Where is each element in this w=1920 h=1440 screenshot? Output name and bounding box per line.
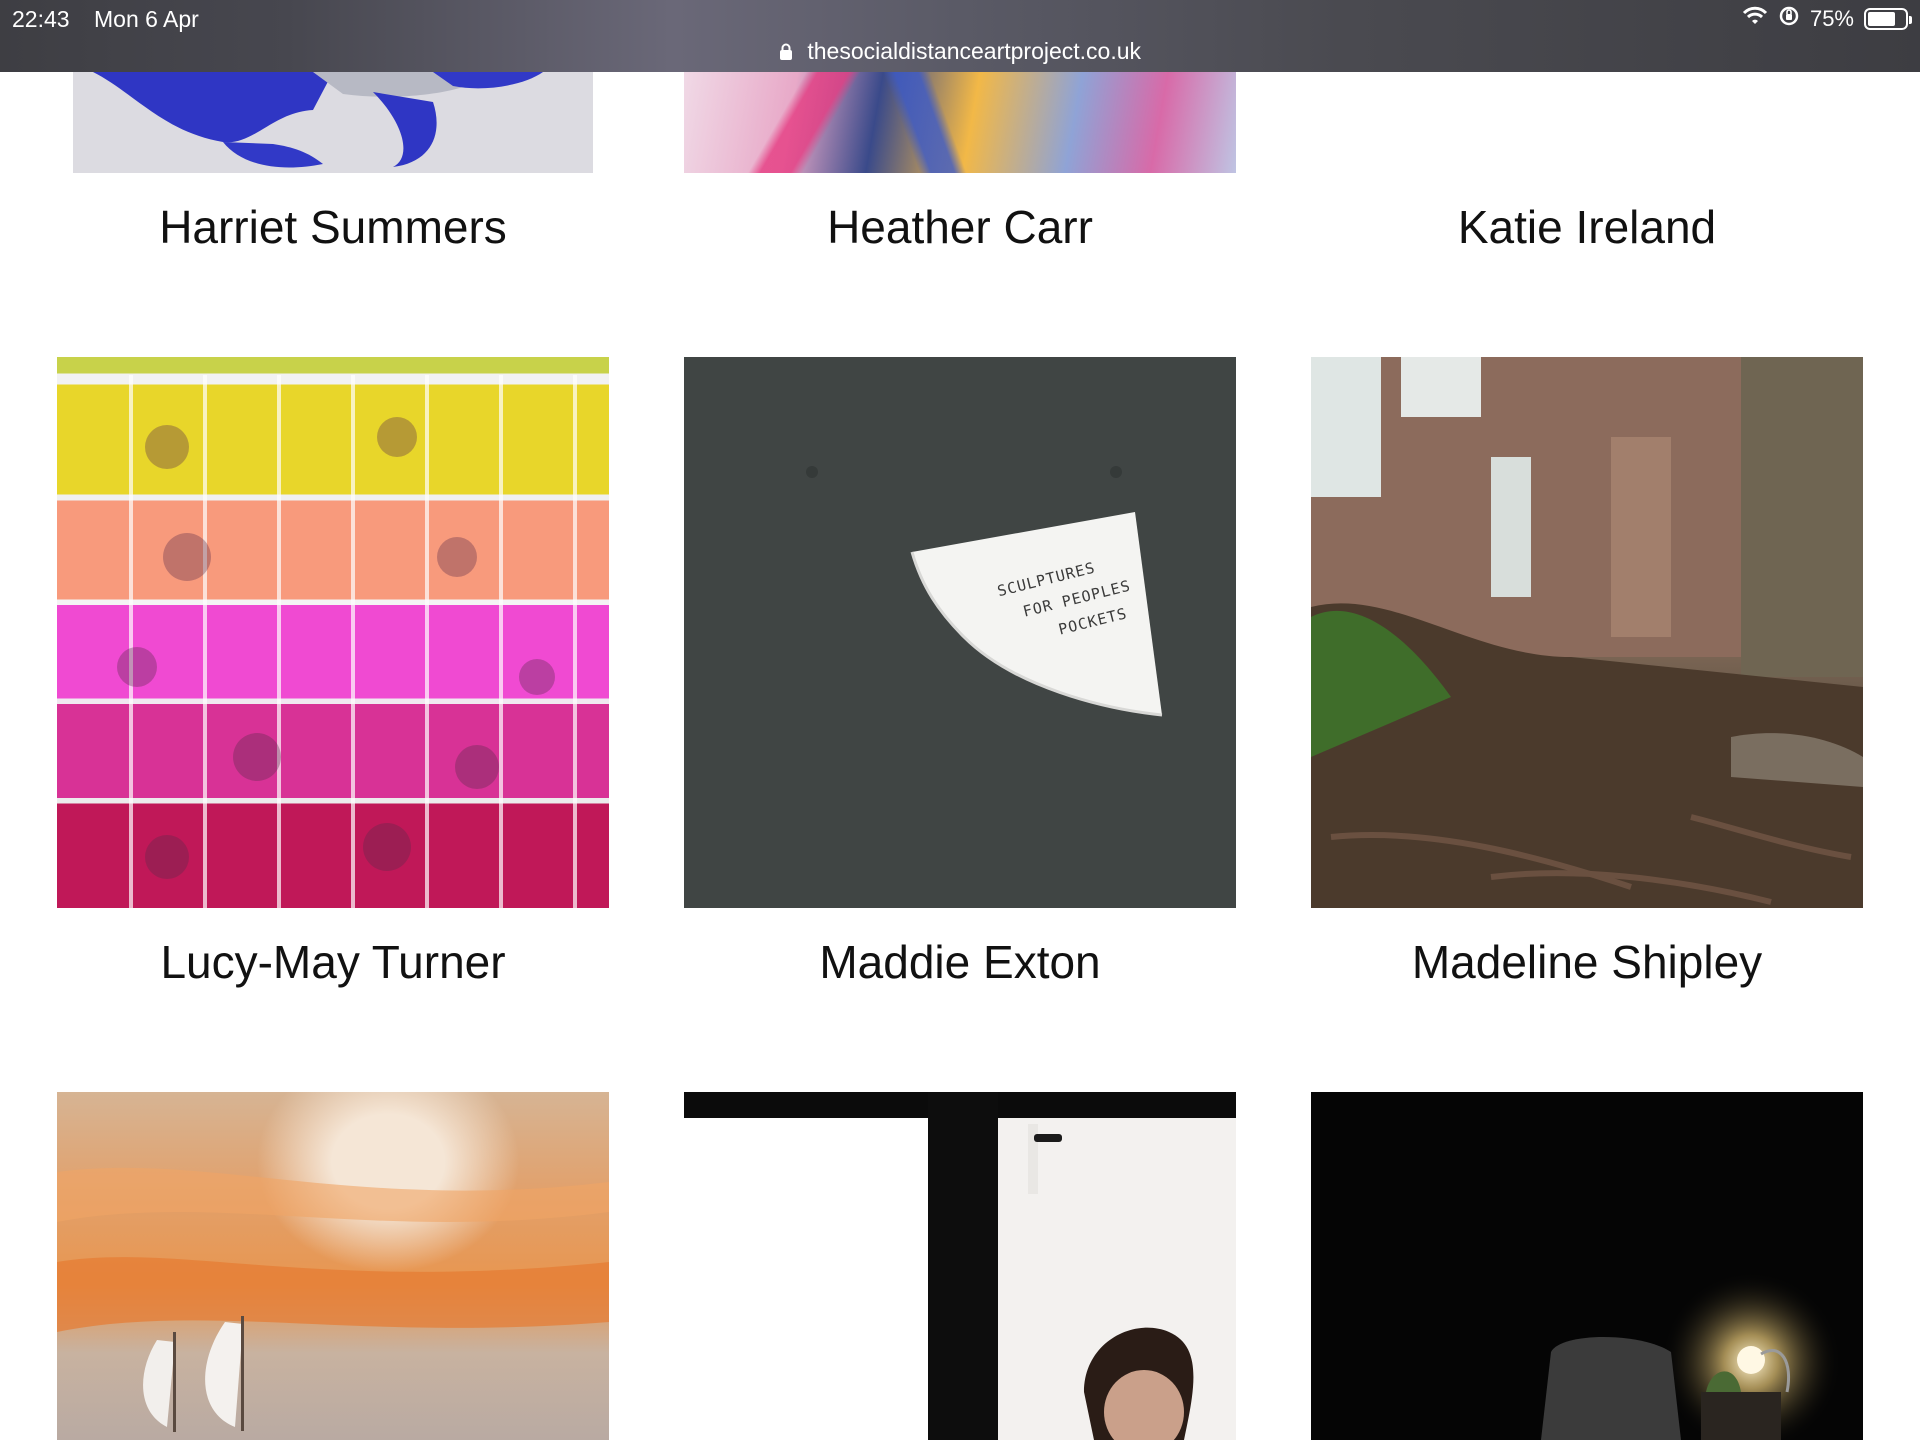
battery-percentage: 75% — [1809, 6, 1854, 31]
artwork-image-heather-carr[interactable] — [684, 72, 1236, 173]
artist-name-katie-ireland[interactable]: Katie Ireland — [1277, 200, 1897, 254]
status-indicators: 75% — [1742, 5, 1912, 33]
url-text: thesocialdistanceartproject.co.uk — [807, 38, 1142, 64]
artist-name-lucy-may-turner[interactable]: Lucy-May Turner — [23, 935, 643, 989]
battery-icon — [1864, 8, 1912, 30]
artwork-image-lucy-may-turner[interactable] — [57, 357, 609, 908]
browser-top-bar: 22:43 Mon 6 Apr 75% thesocialdistanceart… — [0, 0, 1920, 72]
artist-name-harriet-summers[interactable]: Harriet Summers — [23, 200, 643, 254]
artist-name-madeline-shipley[interactable]: Madeline Shipley — [1277, 935, 1897, 989]
status-time: 22:43 — [12, 6, 70, 32]
artwork-image-night-armchair[interactable] — [1311, 1092, 1863, 1440]
artist-name-heather-carr[interactable]: Heather Carr — [650, 200, 1270, 254]
artwork-image-madeline-shipley[interactable] — [1311, 357, 1863, 908]
status-date: Mon 6 Apr — [94, 6, 199, 32]
wifi-icon — [1742, 6, 1768, 32]
artwork-image-doorway-portrait[interactable] — [684, 1092, 1236, 1440]
artwork-image-harriet-summers[interactable] — [73, 72, 593, 173]
orientation-lock-icon — [1778, 5, 1800, 33]
lock-icon — [779, 40, 793, 67]
artist-name-maddie-exton[interactable]: Maddie Exton — [650, 935, 1270, 989]
artwork-image-sailing-painting[interactable] — [57, 1092, 609, 1440]
battery-level — [1868, 12, 1895, 26]
address-bar[interactable]: thesocialdistanceartproject.co.uk — [0, 38, 1920, 67]
artwork-image-maddie-exton[interactable]: SCULPTURES FOR PEOPLES POCKETS — [684, 357, 1236, 908]
